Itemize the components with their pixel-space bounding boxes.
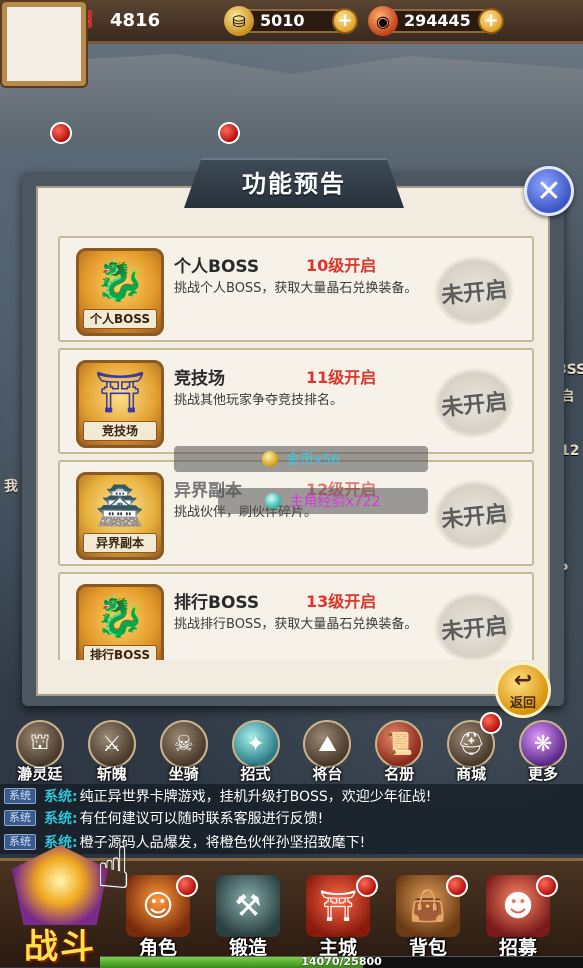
notification-dot: [50, 122, 72, 144]
platform-icon: ⛰: [303, 720, 352, 768]
exp-reward-text: 主角经验x722: [289, 494, 381, 510]
notification-dot: [218, 122, 240, 144]
menu-label: 招式: [240, 765, 271, 783]
crossed-swords-icon: [12, 845, 108, 925]
coin-reward-toast: 金币x56: [174, 446, 428, 472]
bottom-navigation: 战斗 ☺ 角色 ⚒ 锻造 ⛩ 主城 👜 背包 ☻ 招募 14070/25800: [0, 845, 583, 968]
chat-line: 系统 系统: 有任何建议可以随时联系客服进行反馈!: [4, 808, 323, 828]
menu-label: 更多: [528, 765, 559, 783]
unlock-level: 13级开启: [306, 592, 377, 611]
temple-icon: 🏯 异界副本: [76, 472, 164, 560]
menu-item-seireitei[interactable]: ⛫ 瀞灵廷: [8, 720, 72, 784]
menu-item-skill[interactable]: ✦ 招式: [224, 720, 288, 784]
feature-name: 排行BOSS: [174, 593, 260, 613]
icon-caption: 排行BOSS: [83, 645, 157, 660]
locked-stamp: 未开启: [430, 476, 518, 554]
icon-caption: 异界副本: [83, 533, 157, 553]
return-label: 返回: [509, 695, 536, 711]
icon-caption: 个人BOSS: [83, 309, 157, 329]
ingot-value: 5010: [260, 11, 305, 30]
mount-icon: ☠: [159, 720, 208, 768]
book-icon: 📜: [375, 720, 424, 768]
copper-coin-icon: ◉: [368, 6, 398, 36]
gold-ingot-icon: ⛁: [224, 6, 254, 36]
menu-label: 瀞灵廷: [17, 765, 63, 783]
dragon-icon: 🐉 个人BOSS: [76, 248, 164, 336]
menu-label: 将台: [312, 765, 343, 783]
skill-icon: ✦: [231, 720, 280, 768]
feature-name: 个人BOSS: [174, 257, 260, 277]
exp-reward-toast: 主角经验x722: [218, 488, 428, 514]
feature-description: 挑战排行BOSS，获取大量晶石兑换装备。: [174, 617, 418, 632]
feature-description: 挑战个人BOSS，获取大量晶石兑换装备。: [174, 281, 418, 296]
dragon-icon: 🐉 排行BOSS: [76, 584, 164, 660]
chat-channel-tag: 系统: [4, 788, 36, 804]
locked-stamp: 未开启: [430, 588, 518, 660]
menu-item-more[interactable]: ❋ 更多: [511, 720, 575, 784]
tower-icon: ⛫: [15, 720, 64, 768]
menu-label: 坐骑: [168, 765, 199, 783]
notification-dot: [446, 875, 468, 897]
nav-item-forge[interactable]: ⚒ 锻造: [208, 875, 288, 965]
dialog-title: 功能预告: [242, 170, 346, 198]
ingot-resource: 5010 ⛁ +: [224, 6, 358, 36]
list-item[interactable]: ⛩ 竞技场 竞技场 11级开启 挑战其他玩家争夺竞技排名。 未开启: [58, 348, 534, 454]
menu-label: 斩魄: [96, 765, 127, 783]
return-button[interactable]: ↩ 返回: [495, 662, 551, 718]
chat-line: 系统 系统: 纯正异世界卡牌游戏，挂机升级打BOSS，欢迎少年征战!: [4, 786, 431, 806]
chat-message: 纯正异世界卡牌游戏，挂机升级打BOSS，欢迎少年征战!: [79, 789, 432, 805]
return-arrow-icon: ↩: [513, 667, 533, 693]
menu-label: 名册: [384, 765, 415, 783]
close-button[interactable]: ✕: [524, 166, 574, 216]
menu-label: 商城: [456, 765, 487, 783]
feature-name: 竞技场: [174, 369, 225, 389]
feature-preview-dialog: 功能预告 ✕ 🐉 个人BOSS 个人BOSS 10级开启 挑战个人BOSS，获取…: [14, 150, 574, 706]
list-item[interactable]: 🐉 个人BOSS 个人BOSS 10级开启 挑战个人BOSS，获取大量晶石兑换装…: [58, 236, 534, 342]
experience-bar: 14070/25800: [100, 955, 583, 968]
coin-resource: 294445 ◉ +: [368, 6, 504, 36]
add-ingot-button[interactable]: +: [332, 8, 358, 34]
notification-dot: [480, 712, 502, 734]
player-avatar[interactable]: [2, 2, 86, 86]
chat-message: 有任何建议可以随时联系客服进行反馈!: [79, 811, 324, 827]
locked-stamp: 未开启: [430, 364, 518, 442]
power-value: 4816: [110, 10, 161, 31]
forge-icon: ⚒: [216, 875, 280, 937]
menu-item-mount[interactable]: ☠ 坐骑: [152, 720, 216, 784]
menu-item-roster[interactable]: 📜 名册: [367, 720, 431, 784]
chat-sender: 系统:: [44, 811, 78, 827]
close-icon: ✕: [536, 173, 562, 209]
more-icon: ❋: [519, 720, 568, 768]
unlock-level: 10级开启: [306, 256, 377, 275]
notification-dot: [356, 875, 378, 897]
exp-orb-icon: [265, 493, 282, 509]
sword-icon: ⚔: [87, 720, 136, 768]
menu-item-platform[interactable]: ⛰ 将台: [295, 720, 359, 784]
unlock-level: 11级开启: [306, 368, 377, 387]
arena-icon: ⛩ 竞技场: [76, 360, 164, 448]
locked-stamp: 未开启: [430, 252, 518, 330]
menu-item-zanpaku[interactable]: ⚔ 斩魄: [80, 720, 144, 784]
notification-dot: [536, 875, 558, 897]
top-resource-bar: 战 4816 5010 ⛁ + 294445 ◉ +: [0, 0, 583, 44]
battle-label: 战斗: [24, 927, 96, 967]
notification-dot: [176, 875, 198, 897]
chat-sender: 系统:: [44, 789, 78, 805]
tutorial-pointer-hand-icon: ☝: [96, 834, 132, 902]
experience-text: 14070/25800: [301, 955, 382, 968]
feature-description: 挑战其他玩家争夺竞技排名。: [174, 393, 344, 408]
gold-coin-icon: [261, 451, 278, 467]
list-item[interactable]: 🐉 排行BOSS 排行BOSS 13级开启 挑战排行BOSS，获取大量晶石兑换装…: [58, 572, 534, 660]
chat-channel-tag: 系统: [4, 810, 36, 826]
coin-value: 294445: [404, 11, 471, 30]
icon-caption: 竞技场: [83, 421, 157, 441]
coin-reward-text: 金币x56: [285, 452, 341, 468]
add-coin-button[interactable]: +: [478, 8, 504, 34]
